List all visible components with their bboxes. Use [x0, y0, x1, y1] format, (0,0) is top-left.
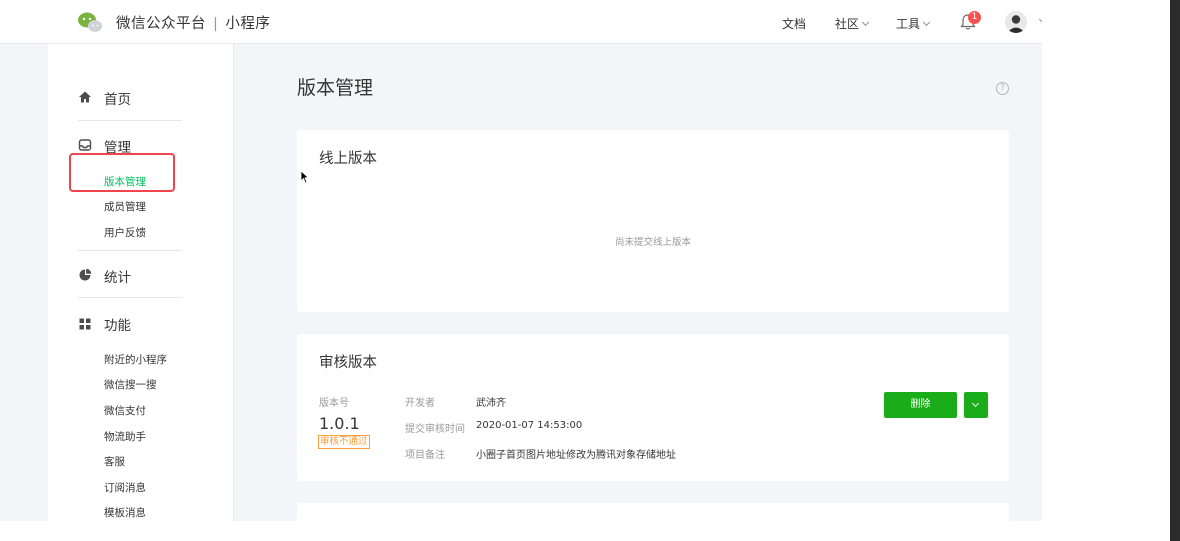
sidebar-item-logistics-assistant[interactable]: 物流助手: [104, 429, 146, 444]
sidebar-item-template-messages[interactable]: 模板消息: [104, 505, 146, 520]
user-avatar-icon: [1005, 11, 1027, 33]
nav-docs-label: 文档: [782, 17, 807, 31]
online-version-title: 线上版本: [319, 151, 377, 167]
sidebar: 首页 管理 版本管理 成员管理 用户反馈 统计 功能 附近的小程序 微信搜一搜 …: [48, 44, 234, 521]
divider: [78, 250, 182, 251]
brand-name: 微信公众平台: [116, 16, 206, 32]
submit-time-value: 2020-01-07 14:53:00: [476, 420, 583, 431]
sidebar-section-home[interactable]: 首页: [104, 88, 131, 108]
sidebar-item-wechat-pay[interactable]: 微信支付: [104, 403, 146, 418]
inbox-icon: [78, 139, 92, 151]
divider: [78, 120, 182, 121]
remark-value: 小圈子首页图片地址修改为腾讯对象存储地址: [476, 450, 676, 461]
sidebar-item-nearby-mini-programs[interactable]: 附近的小程序: [104, 352, 167, 367]
version-number: 1.0.1: [319, 414, 360, 433]
brand-title[interactable]: 微信公众平台 | 小程序: [116, 12, 270, 33]
pie-chart-icon: [79, 268, 92, 281]
sidebar-item-customer-service[interactable]: 客服: [104, 454, 125, 469]
developer-value: 武沛齐: [476, 398, 506, 409]
remark-label: 项目备注: [405, 450, 445, 461]
page-title: 版本管理: [297, 77, 374, 99]
blank-area: [1042, 0, 1170, 541]
chevron-down-icon: [922, 18, 931, 27]
online-version-card: 线上版本 尚未提交线上版本: [297, 130, 1009, 312]
sidebar-item-subscription-messages[interactable]: 订阅消息: [104, 480, 146, 495]
nav-tools-label: 工具: [896, 17, 921, 31]
blank-area: [0, 521, 1042, 541]
sidebar-section-features[interactable]: 功能: [104, 314, 131, 334]
divider: [78, 297, 182, 298]
nav-community[interactable]: 社区: [835, 15, 870, 32]
review-version-card: 审核版本 版本号 1.0.1 审核不通过 开发者 武沛齐 提交审核时间 2020…: [297, 334, 1009, 481]
brand-separator: |: [213, 16, 219, 32]
chevron-down-icon: [971, 399, 980, 408]
sidebar-item-member-management[interactable]: 成员管理: [104, 199, 146, 214]
mouse-cursor-icon: [300, 170, 310, 184]
delete-button[interactable]: 删除: [884, 392, 957, 418]
nav-docs[interactable]: 文档: [782, 15, 806, 32]
window-edge: [1170, 0, 1180, 541]
notification-badge: 1: [968, 11, 981, 24]
home-icon: [79, 91, 91, 103]
sidebar-section-stats[interactable]: 统计: [104, 266, 131, 286]
top-bar: 微信公众平台 | 小程序 文档 社区 工具 1: [0, 0, 1042, 44]
online-version-empty-text: 尚未提交线上版本: [614, 237, 691, 248]
review-version-title: 审核版本: [319, 355, 377, 371]
submit-time-label: 提交审核时间: [405, 424, 465, 435]
avatar[interactable]: [1005, 11, 1027, 33]
sidebar-item-user-feedback[interactable]: 用户反馈: [104, 225, 146, 240]
help-icon[interactable]: ?: [996, 82, 1009, 95]
developer-label: 开发者: [405, 398, 435, 409]
version-number-label: 版本号: [319, 398, 349, 409]
status-badge: 审核不通过: [318, 435, 370, 449]
next-card: [297, 503, 1009, 521]
nav-tools[interactable]: 工具: [896, 15, 931, 32]
more-options-button[interactable]: [964, 392, 988, 418]
highlight-box: [69, 153, 175, 192]
nav-community-label: 社区: [835, 17, 860, 31]
product-name: 小程序: [225, 16, 271, 32]
app-window: 微信公众平台 | 小程序 文档 社区 工具 1 首页 管理 版本管理 成员管理 …: [0, 0, 1042, 521]
sidebar-item-wechat-search[interactable]: 微信搜一搜: [104, 377, 157, 392]
wechat-logo-icon: [78, 12, 102, 32]
grid-icon: [79, 318, 91, 330]
chevron-down-icon: [861, 18, 870, 27]
